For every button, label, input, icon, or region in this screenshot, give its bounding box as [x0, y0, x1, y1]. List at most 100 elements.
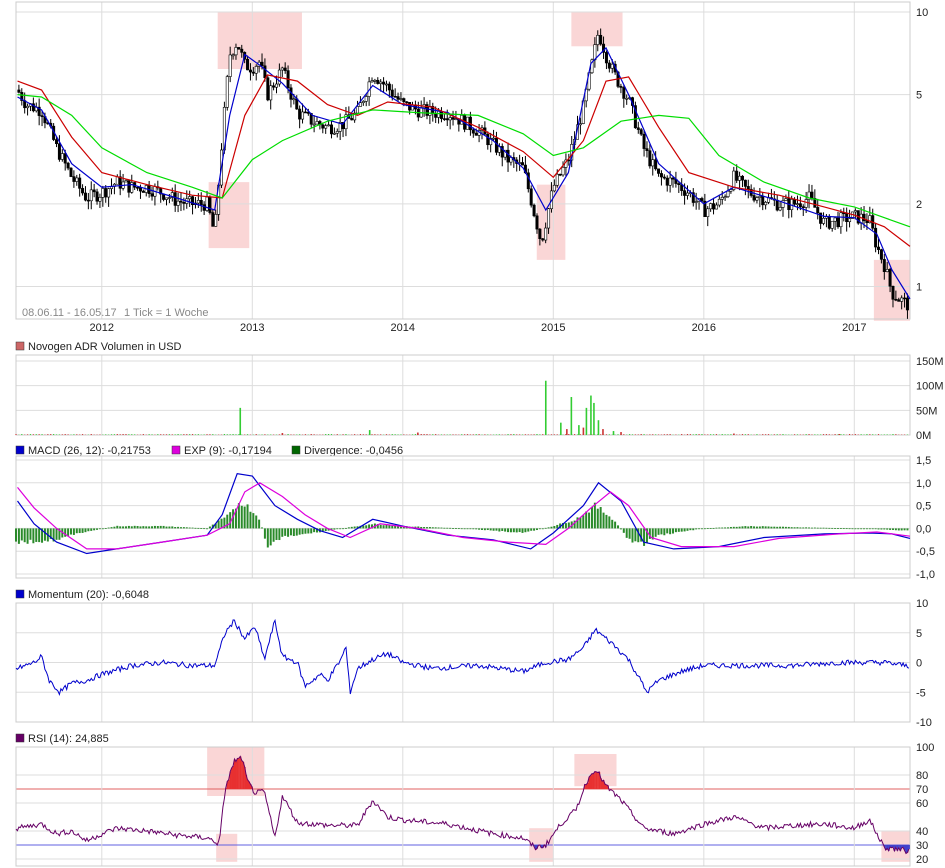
volume-bar	[860, 434, 862, 435]
volume-bar	[151, 434, 153, 435]
candle-body	[804, 199, 808, 208]
macd-divergence-bar	[715, 527, 718, 529]
volume-bar	[765, 434, 767, 435]
candle-body	[272, 85, 276, 88]
macd-divergence-bar	[674, 528, 677, 533]
macd-divergence-bar	[101, 528, 104, 530]
macd-divergence-bar	[353, 526, 356, 529]
volume-bar	[695, 434, 697, 435]
candle-body	[552, 184, 556, 192]
volume-y-tick-label: 0M	[916, 430, 931, 442]
macd-divergence-bar	[579, 517, 582, 529]
macd-divergence-bar	[524, 528, 527, 533]
volume-bar	[235, 434, 237, 435]
candle-body	[312, 123, 316, 126]
macd-divergence-bar	[596, 508, 599, 529]
candle-body	[298, 108, 302, 120]
candle-body	[173, 192, 177, 206]
macd-divergence-bar	[784, 526, 787, 529]
macd-divergence-bar	[179, 527, 182, 529]
volume-bar	[513, 434, 515, 435]
volume-bar	[61, 434, 63, 435]
candle-body	[604, 52, 608, 64]
volume-bar	[576, 434, 579, 435]
volume-bar	[105, 434, 107, 435]
macd-divergence-bar	[619, 528, 622, 530]
candle-body	[874, 227, 878, 248]
candle-body	[723, 196, 727, 198]
macd-divergence-bar	[313, 528, 316, 533]
price-y-tick-label: 5	[916, 90, 922, 102]
macd-divergence-bar	[706, 528, 709, 530]
candle-body	[894, 298, 898, 301]
macd-divergence-bar	[703, 528, 706, 530]
candle-body	[118, 176, 122, 189]
macd-divergence-bar	[466, 528, 469, 530]
candle-body	[607, 62, 611, 69]
volume-bar	[435, 434, 437, 435]
candle-body	[315, 121, 319, 125]
candle-body	[115, 176, 119, 185]
volume-bar	[793, 434, 796, 435]
macd-divergence-bar	[480, 528, 483, 530]
volume-bar	[539, 434, 541, 435]
macd-divergence-bar	[84, 528, 87, 533]
macd-divergence-bar	[307, 528, 310, 534]
volume-bar	[380, 434, 382, 435]
macd-divergence-bar	[738, 526, 741, 529]
volume-bar	[122, 434, 124, 435]
volume-bar	[782, 434, 784, 435]
macd-divergence-bar	[842, 528, 845, 530]
macd-divergence-bar	[894, 528, 897, 531]
volume-bar	[411, 434, 414, 435]
macd-divergence-bar	[197, 527, 200, 529]
macd-divergence-bar	[269, 528, 272, 546]
volume-bar	[449, 434, 451, 435]
rsi-y-tick-label: 40	[916, 826, 928, 838]
macd-divergence-bar	[191, 527, 194, 529]
candle-body	[451, 117, 455, 120]
rsi-legend-swatch	[15, 733, 25, 743]
candle-body	[654, 159, 658, 170]
candle-body	[677, 183, 681, 185]
candle-body	[558, 173, 562, 176]
momentum-line	[15, 618, 910, 697]
candle-body	[214, 214, 218, 227]
candle-body	[839, 212, 843, 228]
volume-bar	[834, 434, 836, 435]
volume-bar	[701, 434, 703, 435]
volume-bar	[487, 434, 489, 435]
volume-bar	[762, 434, 764, 435]
macd-divergence-bar	[38, 528, 41, 543]
candle-body	[793, 199, 797, 205]
volume-bar	[721, 434, 723, 435]
macd-plot-frame	[15, 455, 911, 579]
macd-divergence-bar	[304, 528, 307, 534]
macd-divergence-bar	[344, 527, 347, 529]
macd-divergence-bar	[385, 524, 388, 529]
macd-divergence-bar	[122, 526, 125, 529]
macd-divergence-bar	[877, 528, 880, 530]
macd-divergence-bar	[819, 527, 822, 529]
rsi-plot-frame	[15, 746, 911, 867]
volume-bar	[649, 434, 651, 435]
macd-divergence-bar	[509, 528, 512, 533]
rsi-overbought-fill	[238, 758, 240, 789]
volume-bar	[278, 434, 280, 435]
volume-bar	[600, 434, 602, 435]
macd-divergence-bar	[683, 528, 686, 532]
volume-bar	[131, 434, 133, 435]
rsi-y-tick-label: 70	[916, 784, 928, 796]
macd-divergence-bar	[903, 528, 906, 531]
price-x-tick-label: 2012	[90, 322, 114, 334]
volume-bar	[553, 434, 555, 435]
volume-bar	[519, 434, 521, 435]
macd-divergence-bar	[78, 528, 81, 534]
candle-body	[778, 207, 782, 211]
macd-divergence-bar	[475, 528, 478, 530]
volume-bar	[365, 434, 367, 435]
macd-divergence-bar	[96, 528, 99, 530]
macd-divergence-bar	[81, 528, 84, 533]
macd-divergence-bar	[533, 528, 536, 531]
volume-spike-bar	[838, 434, 841, 435]
